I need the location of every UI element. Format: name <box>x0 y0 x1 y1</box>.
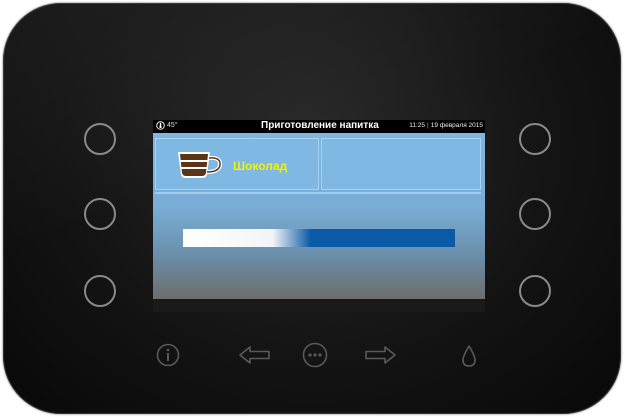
info-button[interactable] <box>156 343 180 367</box>
right-button-1[interactable] <box>519 123 551 155</box>
date-time-separator: | <box>427 122 429 129</box>
left-button-3[interactable] <box>84 275 116 307</box>
temperature-value: 45° <box>167 122 178 129</box>
menu-button[interactable] <box>302 342 328 368</box>
previous-button[interactable] <box>238 345 272 365</box>
right-button-3[interactable] <box>519 275 551 307</box>
screen-title: Приготовление напитка <box>261 120 379 131</box>
drink-tile[interactable]: Шоколад <box>155 138 319 190</box>
right-button-2[interactable] <box>519 198 551 230</box>
thermometer-icon <box>156 121 165 130</box>
time-value: 11:25 <box>409 122 426 129</box>
water-drop-icon <box>462 345 476 367</box>
arrow-right-icon <box>365 346 396 364</box>
progress-fill <box>183 229 311 247</box>
status-bar: 45° Приготовление напитка 11:25 | 19 февра… <box>153 120 485 133</box>
date-value: 19 февраля 2015 <box>430 122 483 129</box>
temperature-indicator: 45° <box>156 121 178 130</box>
info-icon <box>156 343 180 367</box>
empty-tile[interactable] <box>321 138 481 190</box>
water-button[interactable] <box>461 344 477 368</box>
progress-bar <box>183 229 455 247</box>
arrow-left-icon <box>239 346 270 364</box>
drink-name: Шоколад <box>233 159 288 173</box>
machine-panel: 45° Приготовление напитка 11:25 | 19 февра… <box>3 3 621 414</box>
left-button-2[interactable] <box>84 198 116 230</box>
screen-content: Шоколад <box>153 133 485 299</box>
cup-icon <box>178 152 223 178</box>
next-button[interactable] <box>363 345 397 365</box>
date-time: 11:25 | 19 февраля 2015 <box>409 122 483 129</box>
display-screen: 45° Приготовление напитка 11:25 | 19 февра… <box>153 120 485 312</box>
screen-footer <box>153 299 485 312</box>
divider <box>155 192 481 194</box>
left-button-1[interactable] <box>84 123 116 155</box>
menu-dots-icon <box>302 342 328 368</box>
